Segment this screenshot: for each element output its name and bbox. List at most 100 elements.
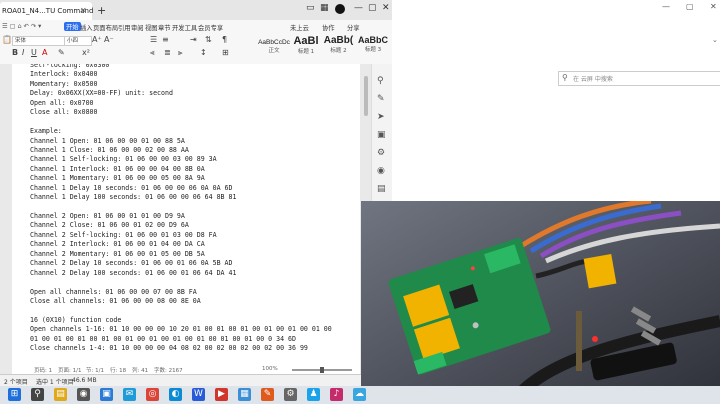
document-line: Channel 1 Momentary: 01 06 00 00 05 00 8…	[30, 174, 205, 183]
explorer-search-input[interactable]: ⚲ 在 云屏 中搜索	[558, 71, 720, 86]
menu-layout[interactable]: 页面布局	[93, 23, 118, 32]
document-line: Open channels 1-16: 01 10 00 00 00 10 20…	[30, 325, 332, 334]
document-line: Channel 1 Delay 10 seconds: 01 06 00 00 …	[30, 183, 233, 192]
menu-developer[interactable]: 开发工具	[172, 23, 197, 32]
italic-icon[interactable]: I	[22, 48, 24, 57]
location-icon[interactable]: ◉	[377, 166, 385, 176]
word-icon[interactable]: W	[192, 388, 205, 401]
new-tab-icon[interactable]: +	[97, 4, 106, 17]
font-grow-icon[interactable]: A⁺	[92, 35, 102, 44]
settings-icon[interactable]: ⚙	[284, 388, 297, 401]
layers-icon[interactable]: ▣	[377, 130, 386, 140]
status-size: 46.6 MB	[72, 377, 97, 384]
document-tab[interactable]: ROA01_N4...TU Command ✕	[0, 2, 93, 20]
explorer-icon[interactable]: ▤	[54, 388, 67, 401]
pen-icon[interactable]: ✎	[377, 94, 385, 104]
document-line: Channel 1 Delay 100 seconds: 01 06 00 00…	[30, 193, 237, 202]
indent-icon[interactable]: ⇥	[190, 35, 197, 44]
document-line: Close all channels: 01 06 00 00 08 00 8E…	[30, 296, 201, 305]
highlight-icon[interactable]: ✎	[58, 48, 65, 57]
style-heading-1[interactable]: AaBl 标题 1	[291, 35, 321, 61]
document-line: 01 00 01 00 01 00 01 00 01 00 01 00 01 0…	[30, 334, 296, 343]
menu-references[interactable]: 引用	[118, 23, 131, 32]
font-color-icon[interactable]: A	[42, 48, 47, 57]
edge-icon[interactable]: ◐	[169, 388, 182, 401]
qq-icon[interactable]: ♟	[307, 388, 320, 401]
align-left-icon[interactable]: ⫷	[150, 48, 155, 58]
document-page[interactable]: Self-locking: 0x0300 Interlock: 0x0400 Mom…	[12, 64, 360, 374]
show-marks-icon[interactable]: ¶	[222, 35, 227, 44]
file-explorer-window	[392, 0, 720, 210]
status-pages: 页面: 1/1	[58, 368, 82, 374]
explorer-minimize-icon[interactable]: —	[662, 2, 670, 11]
menu-home[interactable]: 开始	[64, 22, 81, 31]
font-size-select[interactable]: 小四	[64, 36, 92, 46]
settings-icon[interactable]: ⚙	[377, 148, 385, 158]
font-shrink-icon[interactable]: A⁻	[104, 35, 114, 44]
superscript-icon[interactable]: x²	[82, 48, 90, 57]
photos-icon[interactable]: ▦	[238, 388, 251, 401]
explorer-close-icon[interactable]: ✕	[710, 2, 717, 11]
cloud-icon[interactable]: ☁	[353, 388, 366, 401]
style-heading-3[interactable]: AaBbC 标题 3	[356, 35, 390, 61]
grid-icon[interactable]: ▦	[320, 3, 329, 13]
explorer-help-icon[interactable]: ⌄	[712, 36, 718, 44]
minimize-icon[interactable]: —	[354, 3, 363, 13]
mail-icon[interactable]: ✉	[123, 388, 136, 401]
music-icon[interactable]: ♪	[330, 388, 343, 401]
style-normal[interactable]: AaBbCcDc 正文	[258, 35, 290, 61]
camera-video-overlay	[361, 201, 720, 404]
numbered-list-icon[interactable]: ≡	[162, 35, 169, 44]
bold-icon[interactable]: B	[12, 48, 18, 57]
menu-collab[interactable]: 协作	[322, 23, 335, 32]
menu-section[interactable]: 章节	[158, 23, 171, 32]
close-icon[interactable]: ✕	[382, 3, 390, 13]
menu-insert[interactable]: 插入	[80, 23, 93, 32]
align-center-icon[interactable]: ≣	[164, 48, 171, 57]
navigation-icon[interactable]: ⚲	[377, 76, 384, 86]
border-icon[interactable]: ⊞	[222, 48, 229, 57]
search-icon[interactable]: ⚲	[31, 388, 44, 401]
document-line: Interlock: 0x0400	[30, 70, 98, 79]
panel-icon[interactable]: ▭	[306, 3, 315, 13]
avatar[interactable]	[335, 4, 345, 14]
align-right-icon[interactable]: ⫸	[178, 48, 183, 58]
menu-member[interactable]: 会员专享	[198, 23, 223, 32]
camera-icon[interactable]: ◉	[77, 388, 90, 401]
menu-share[interactable]: 分享	[347, 23, 360, 32]
document-line: Close channels 1-4: 01 10 00 00 00 04 08…	[30, 344, 308, 353]
vertical-scrollbar[interactable]	[364, 76, 368, 116]
menu-view[interactable]: 视图	[145, 23, 158, 32]
document-line: Channel 2 Delay 100 seconds: 01 06 00 01…	[30, 268, 237, 277]
search-icon: ⚲	[562, 73, 568, 82]
chrome-icon[interactable]: ◎	[146, 388, 159, 401]
paste-icon[interactable]: 📋	[2, 35, 12, 44]
font-name-select[interactable]: 宋体	[12, 36, 66, 46]
style-heading-2[interactable]: AaBb( 标题 2	[322, 35, 355, 61]
zoom-slider-thumb[interactable]	[320, 367, 324, 373]
line-spacing-icon[interactable]: ↕	[200, 48, 207, 57]
book-icon[interactable]: ▤	[377, 184, 386, 194]
wps-icon[interactable]: ✎	[261, 388, 274, 401]
sort-icon[interactable]: ⇅	[205, 35, 212, 44]
document-line: Close all: 0x0800	[30, 108, 98, 117]
store-icon[interactable]: ▣	[100, 388, 113, 401]
cursor-icon[interactable]: ➤	[377, 112, 385, 122]
underline-icon[interactable]: U	[31, 48, 37, 57]
menu-review[interactable]: 审阅	[131, 23, 144, 32]
menu-cloud[interactable]: 未上云	[290, 23, 309, 32]
list-icon[interactable]: ☰	[150, 35, 157, 44]
explorer-maximize-icon[interactable]: ▢	[686, 2, 694, 11]
tab-close-icon[interactable]: ✕	[80, 6, 87, 15]
status-items: 2 个项目	[4, 379, 28, 386]
zoom-level[interactable]: 100%	[262, 366, 278, 372]
windows-icon[interactable]: ⊞	[8, 388, 21, 401]
menu-bar: ☰ ▢ ⌂ ↶ ↷ ▾ 开始 插入 页面布局 引用 审阅 视图 章节 开发工具 …	[0, 20, 392, 34]
menu-icon[interactable]: ☰ ▢ ⌂ ↶ ↷ ▾	[2, 23, 41, 30]
document-line: 16 (0X10) function code	[30, 315, 122, 324]
maximize-icon[interactable]: ▢	[368, 3, 377, 13]
video-icon[interactable]: ▶	[215, 388, 228, 401]
